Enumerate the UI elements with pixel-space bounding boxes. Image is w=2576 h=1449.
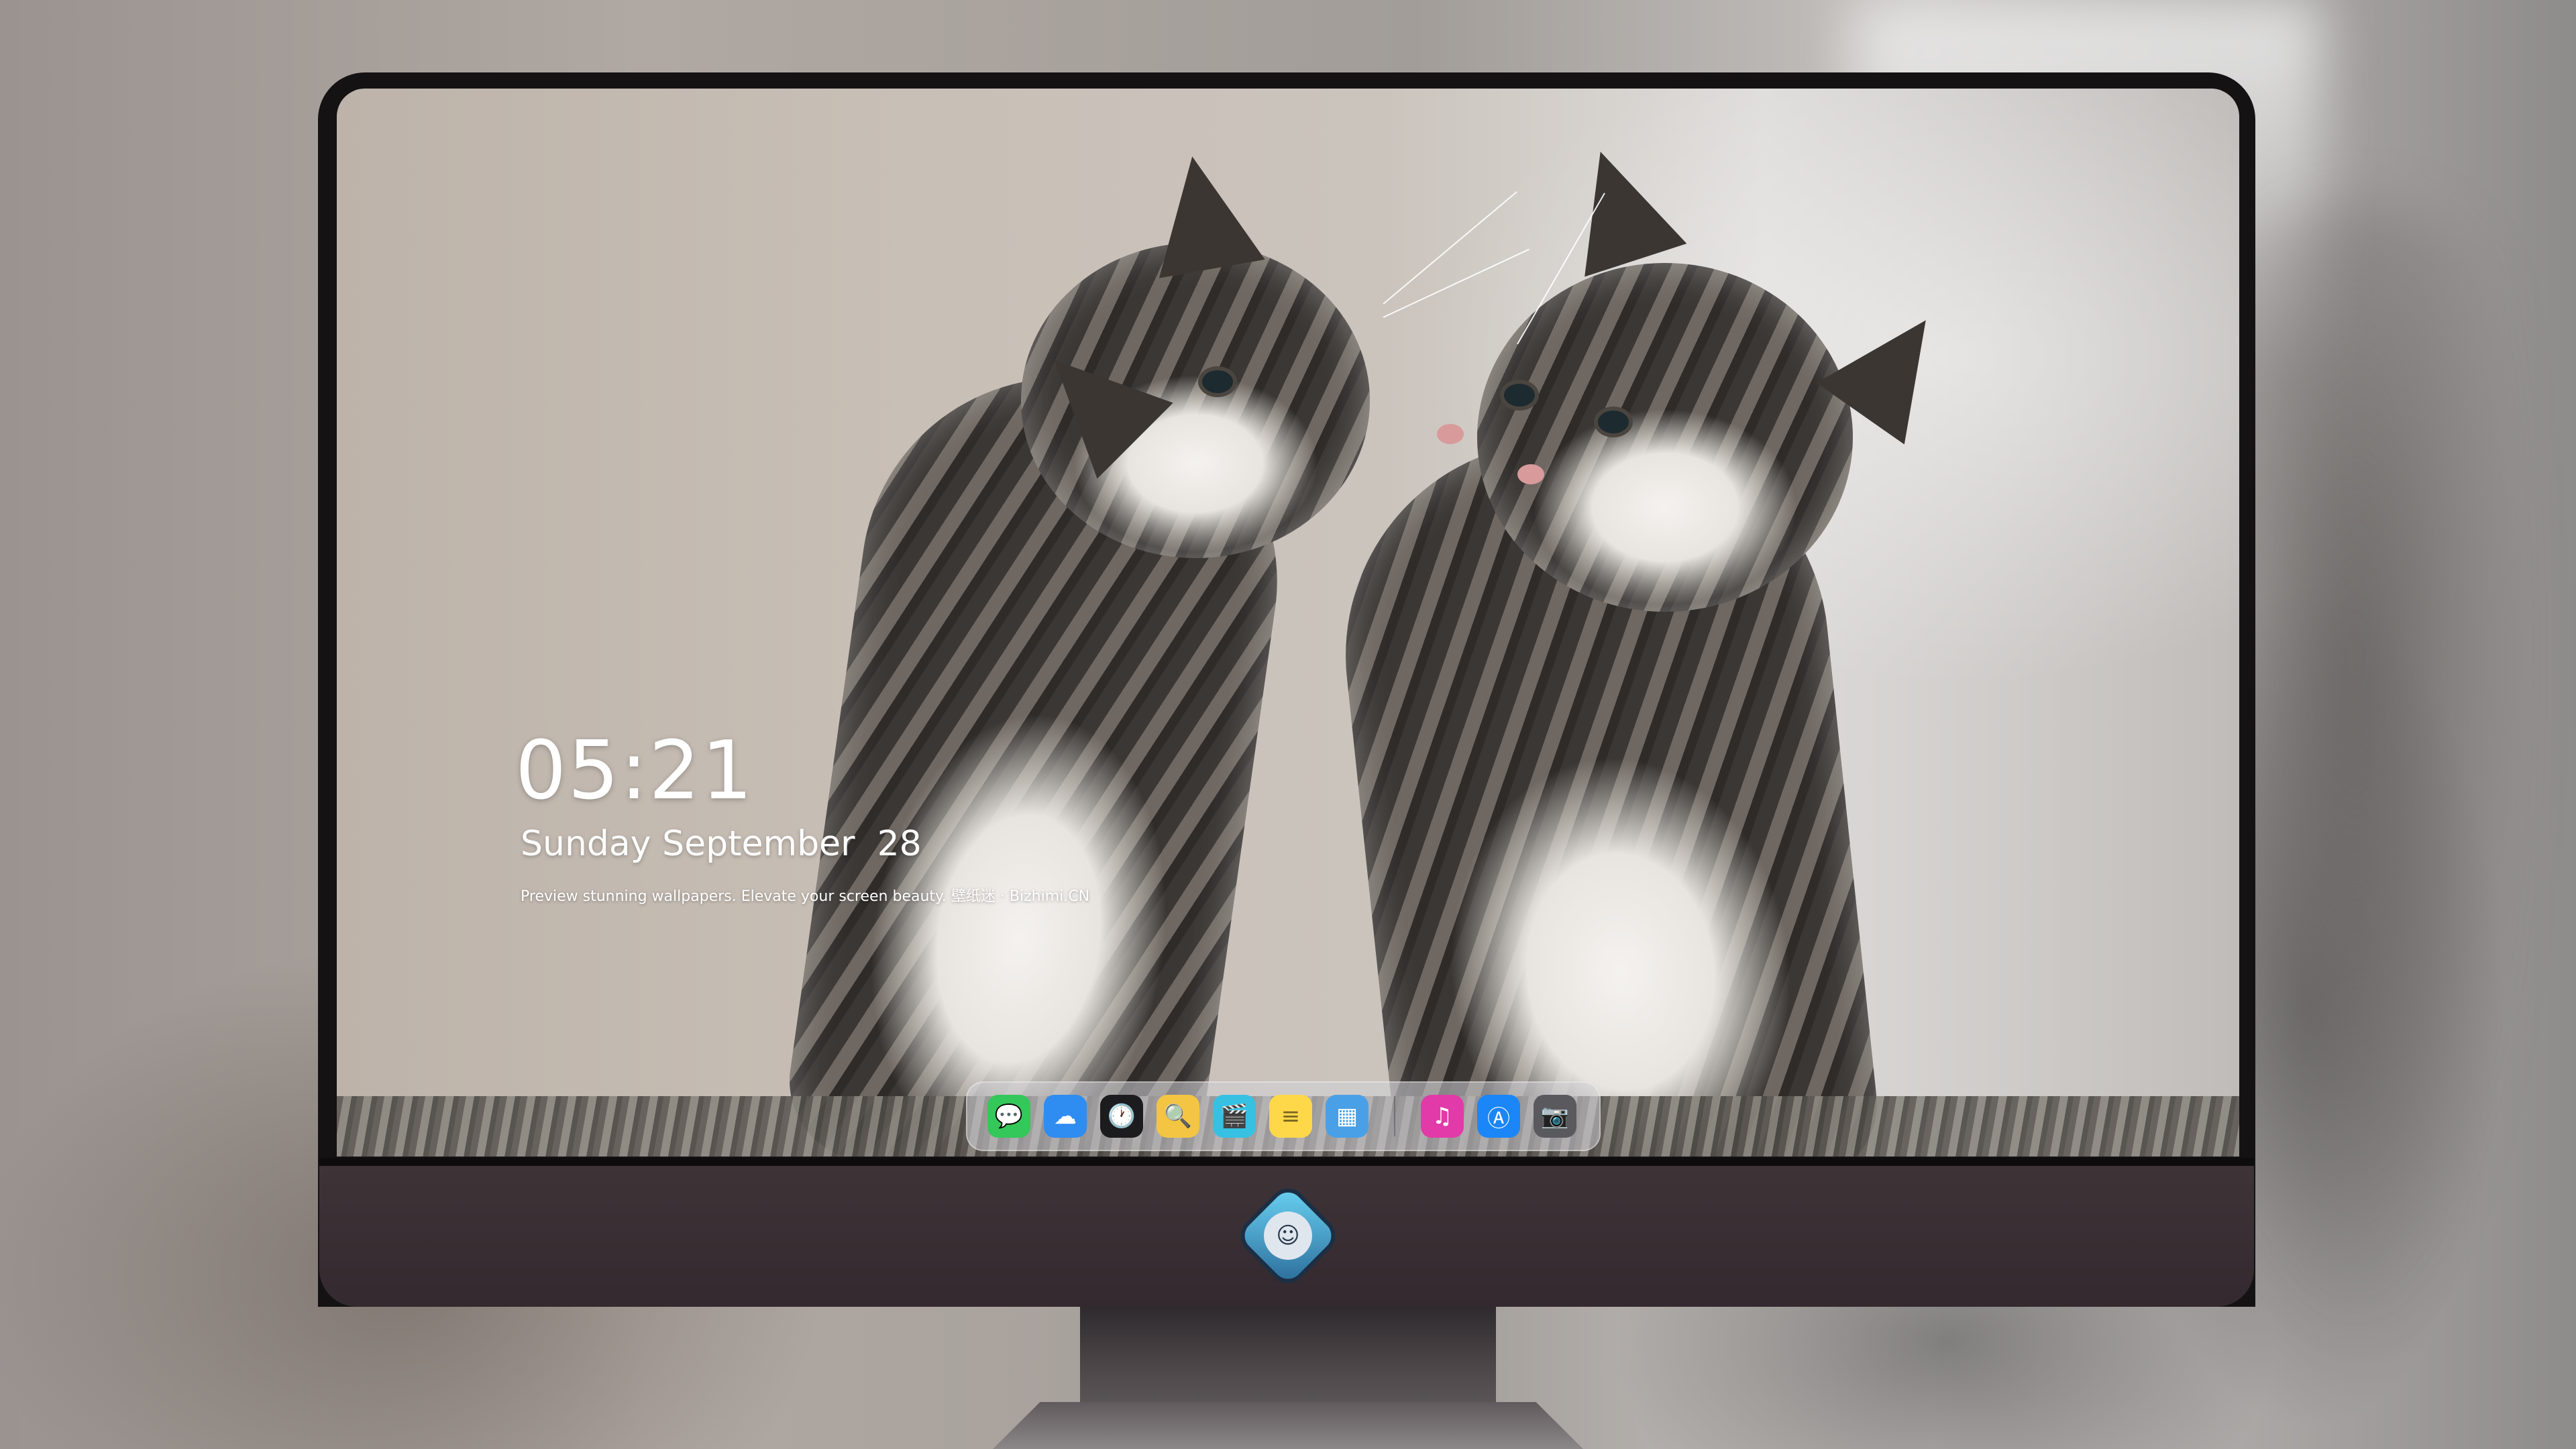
music-icon[interactable]: ♫: [1421, 1095, 1464, 1138]
app-store-icon[interactable]: Ⓐ: [1477, 1095, 1520, 1138]
kitten-ear: [1139, 147, 1265, 278]
kitten-whisker: [1383, 248, 1529, 318]
lockscreen-time: 05:21: [515, 724, 754, 818]
dock: 💬 ☁ 🕐 🔍 🎬 ≡ ▦ ♫ Ⓐ 📷: [966, 1081, 1601, 1151]
video-clapper-icon[interactable]: 🎬: [1213, 1095, 1256, 1138]
weather-icon[interactable]: ☁: [1044, 1095, 1087, 1138]
kitten-eye: [1202, 370, 1233, 393]
monitor-stand-base: [993, 1402, 1583, 1449]
notes-icon[interactable]: ≡: [1269, 1095, 1312, 1138]
photo-editor-icon[interactable]: ▦: [1326, 1095, 1368, 1138]
dock-separator: [1394, 1096, 1395, 1136]
monitor-screen: [337, 89, 2239, 1157]
lockscreen-tagline: Preview stunning wallpapers. Elevate you…: [521, 888, 1090, 905]
preview-icon[interactable]: 🔍: [1157, 1095, 1199, 1138]
clock-icon[interactable]: 🕐: [1100, 1095, 1143, 1138]
kitten-eye: [1598, 411, 1629, 433]
dragon-mascot-logo: ☺: [1264, 1212, 1312, 1260]
kitten-eye: [1504, 384, 1535, 407]
kitten-nose: [1517, 464, 1544, 484]
messages-icon[interactable]: 💬: [987, 1095, 1030, 1138]
kitten-ear: [1549, 135, 1687, 277]
kitten-nose: [1437, 424, 1464, 444]
kitten-whisker: [1383, 191, 1517, 305]
lockscreen-date: Sunday September 28: [521, 824, 922, 864]
camera-icon[interactable]: 📷: [1534, 1095, 1576, 1138]
